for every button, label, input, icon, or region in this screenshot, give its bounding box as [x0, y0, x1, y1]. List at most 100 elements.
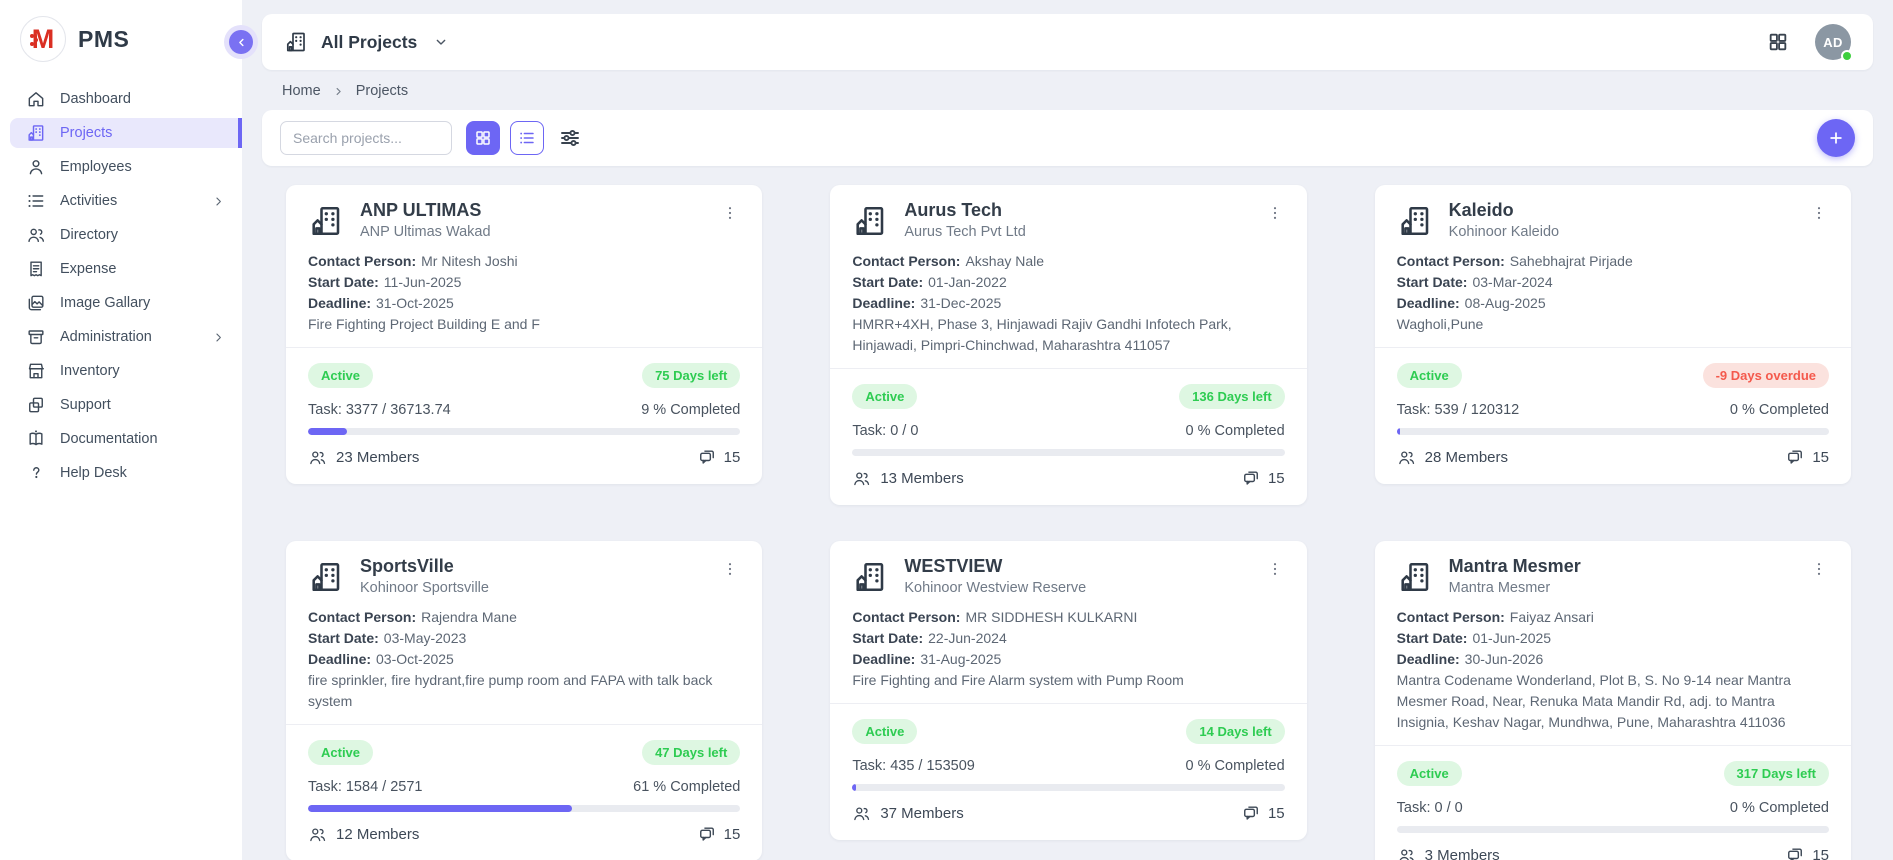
progress-bar	[308, 428, 740, 435]
task-count: Task: 435 / 153509	[852, 758, 975, 774]
chat-count[interactable]: 15	[1241, 803, 1285, 823]
chevron-right-icon	[211, 194, 226, 209]
start-date-value: 03-Mar-2024	[1472, 274, 1552, 290]
sidebar-collapse-button[interactable]	[229, 30, 253, 54]
project-company: Kohinoor Westview Reserve	[904, 580, 1264, 596]
sidebar-item-support[interactable]: Support	[0, 390, 242, 420]
members-count: 3 Members	[1397, 846, 1500, 860]
sidebar-item-label: Help Desk	[60, 465, 127, 481]
project-name: ANP ULTIMAS	[360, 200, 720, 221]
card-menu-button[interactable]	[1809, 559, 1829, 579]
kebab-icon	[1809, 559, 1829, 579]
sidebar-item-documentation[interactable]: Documentation	[0, 424, 242, 454]
sliders-icon	[558, 126, 582, 150]
sidebar: M PMS Dashboard Projects Employees Activ…	[0, 0, 242, 860]
contact-person-label: Contact Person:	[852, 609, 960, 625]
chat-count[interactable]: 15	[1785, 845, 1829, 860]
project-name: SportsVille	[360, 556, 720, 577]
task-row: Task: 0 / 0 0 % Completed	[852, 423, 1284, 439]
card-footer: 23 Members 15	[308, 447, 740, 467]
members-icon	[308, 448, 327, 467]
search-input[interactable]	[280, 121, 452, 155]
sidebar-item-directory[interactable]: Directory	[0, 220, 242, 250]
deadline-value: 31-Dec-2025	[920, 295, 1001, 311]
sidebar-item-image-gallary[interactable]: Image Gallary	[0, 288, 242, 318]
sidebar-item-help-desk[interactable]: Help Desk	[0, 458, 242, 488]
chat-icon	[1241, 468, 1261, 488]
archive-icon	[26, 327, 46, 347]
receipt-icon	[26, 259, 46, 279]
task-count: Task: 0 / 0	[1397, 800, 1463, 816]
status-row: Active 136 Days left	[852, 384, 1284, 409]
grid-view-button[interactable]	[466, 121, 500, 155]
days-left-badge: 47 Days left	[642, 740, 740, 765]
sidebar-item-dashboard[interactable]: Dashboard	[0, 84, 242, 114]
avatar-initials: AD	[1823, 35, 1842, 50]
building-icon	[284, 30, 308, 54]
members-count: 37 Members	[852, 804, 963, 823]
app-name: PMS	[78, 26, 129, 53]
deadline-row: Deadline:03-Oct-2025	[308, 649, 740, 670]
members-count: 12 Members	[308, 825, 419, 844]
list-view-button[interactable]	[510, 121, 544, 155]
chat-count[interactable]: 15	[1785, 447, 1829, 467]
sidebar-item-employees[interactable]: Employees	[0, 152, 242, 182]
card-titles: WESTVIEW Kohinoor Westview Reserve	[904, 556, 1264, 596]
start-date-label: Start Date:	[1397, 630, 1468, 646]
sidebar-nav: Dashboard Projects Employees Activities …	[0, 84, 242, 488]
card-menu-button[interactable]	[720, 203, 740, 223]
start-date-label: Start Date:	[308, 274, 379, 290]
chat-count-value: 15	[724, 449, 741, 466]
progress-bar	[852, 449, 1284, 456]
sidebar-item-activities[interactable]: Activities	[0, 186, 242, 216]
contact-person-row: Contact Person: Sahebhajrat Pirjade	[1397, 251, 1829, 272]
main-area: All Projects AD Home Projects ANP ULTIMA…	[242, 0, 1893, 860]
progress-fill	[308, 428, 347, 435]
breadcrumb: Home Projects	[282, 83, 1873, 99]
kebab-icon	[1265, 559, 1285, 579]
building-icon	[1397, 203, 1433, 239]
card-footer: 12 Members 15	[308, 824, 740, 844]
sidebar-item-label: Projects	[60, 125, 112, 141]
completed-percent: 0 % Completed	[1730, 800, 1829, 816]
progress-fill	[308, 805, 572, 812]
chat-count[interactable]: 15	[697, 824, 741, 844]
card-menu-button[interactable]	[720, 559, 740, 579]
apps-grid-button[interactable]	[1767, 31, 1789, 53]
members-label: 12 Members	[336, 826, 419, 843]
copy-icon	[26, 395, 46, 415]
status-badge: Active	[308, 740, 373, 765]
projects-toolbar	[262, 110, 1873, 166]
deadline-value: 31-Oct-2025	[376, 295, 454, 311]
sidebar-item-projects[interactable]: Projects	[10, 118, 242, 148]
card-menu-button[interactable]	[1265, 559, 1285, 579]
contact-person-row: Contact Person:Faiyaz Ansari	[1397, 607, 1829, 628]
card-menu-button[interactable]	[1265, 203, 1285, 223]
filter-button[interactable]	[558, 126, 582, 150]
breadcrumb-home[interactable]: Home	[282, 83, 321, 99]
online-status-dot	[1841, 50, 1853, 62]
days-left-badge: 14 Days left	[1186, 719, 1284, 744]
sidebar-item-administration[interactable]: Administration	[0, 322, 242, 352]
page-title: All Projects	[321, 32, 417, 53]
project-selector[interactable]: All Projects	[284, 30, 449, 54]
sidebar-item-inventory[interactable]: Inventory	[0, 356, 242, 386]
avatar[interactable]: AD	[1815, 24, 1851, 60]
card-menu-button[interactable]	[1809, 203, 1829, 223]
contact-person-row: Contact Person:Rajendra Mane	[308, 607, 740, 628]
chat-count[interactable]: 15	[697, 447, 741, 467]
project-company: Aurus Tech Pvt Ltd	[904, 224, 1264, 240]
progress-fill	[1397, 428, 1400, 435]
start-date-value: 22-Jun-2024	[928, 630, 1007, 646]
task-count: Task: 1584 / 2571	[308, 779, 422, 795]
chat-count[interactable]: 15	[1241, 468, 1285, 488]
grid-view-icon	[474, 129, 492, 147]
members-count: 13 Members	[852, 469, 963, 488]
status-badge: Active	[1397, 761, 1462, 786]
add-project-button[interactable]	[1817, 119, 1855, 157]
deadline-value: 03-Oct-2025	[376, 651, 454, 667]
sidebar-item-expense[interactable]: Expense	[0, 254, 242, 284]
contact-person-value: Sahebhajrat Pirjade	[1510, 253, 1633, 269]
contact-person-label: Contact Person:	[1397, 253, 1505, 269]
members-icon	[852, 804, 871, 823]
